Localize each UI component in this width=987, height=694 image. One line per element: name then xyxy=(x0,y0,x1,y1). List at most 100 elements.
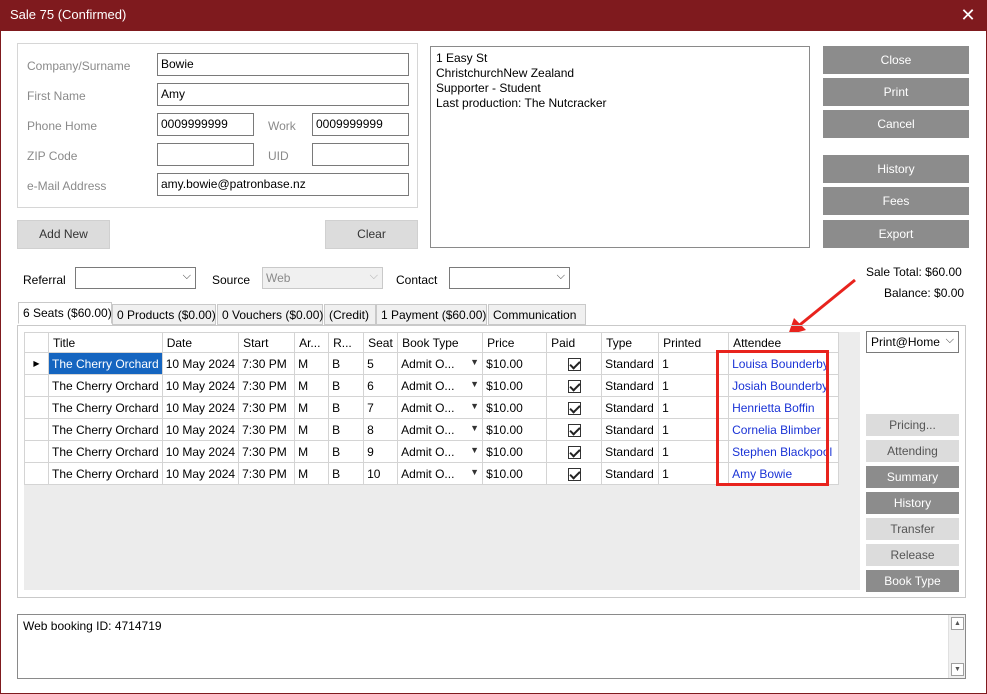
area-cell[interactable]: M xyxy=(294,462,330,485)
title-cell[interactable]: The Cherry Orchard xyxy=(48,396,163,419)
type-cell[interactable]: Standard xyxy=(601,462,660,485)
date-cell[interactable]: 10 May 2024 xyxy=(161,418,240,441)
release-button[interactable]: Release xyxy=(866,544,959,566)
area-cell[interactable]: M xyxy=(294,396,330,419)
column-header-type[interactable]: Type xyxy=(601,332,660,353)
price-cell[interactable]: $10.00 xyxy=(482,440,548,463)
date-cell[interactable]: 10 May 2024 xyxy=(161,352,240,375)
tab-products[interactable]: 0 Products ($0.00) xyxy=(112,304,216,325)
work-phone-field[interactable]: 0009999999 xyxy=(312,113,409,136)
row-cell[interactable]: B xyxy=(328,462,365,485)
row-cell[interactable]: B xyxy=(328,440,365,463)
start-cell[interactable]: 7:30 PM xyxy=(238,462,296,485)
close-icon[interactable]: ✕ xyxy=(957,4,979,26)
date-cell[interactable]: 10 May 2024 xyxy=(161,374,240,397)
close-button[interactable]: Close xyxy=(823,46,969,74)
type-cell[interactable]: Standard xyxy=(601,396,660,419)
price-cell[interactable]: $10.00 xyxy=(482,418,548,441)
start-cell[interactable]: 7:30 PM xyxy=(238,374,296,397)
scroll-up-icon[interactable]: ▲ xyxy=(951,617,964,630)
tab-communication[interactable]: Communication xyxy=(488,304,586,325)
print-button[interactable]: Print xyxy=(823,78,969,106)
book-type-cell[interactable]: Admit O... ▼ xyxy=(397,374,484,397)
book-type-cell[interactable]: Admit O... ▼ xyxy=(397,440,484,463)
column-header-date[interactable]: Date xyxy=(161,332,240,353)
title-cell[interactable]: The Cherry Orchard xyxy=(48,462,163,485)
date-cell[interactable]: 10 May 2024 xyxy=(161,440,240,463)
column-header-row[interactable]: R... xyxy=(328,332,365,353)
row-cell[interactable]: B xyxy=(328,396,365,419)
seat-cell[interactable]: 7 xyxy=(363,396,399,419)
referral-dropdown[interactable]: ⌵ xyxy=(75,267,196,289)
book-type-cell[interactable]: Admit O... ▼ xyxy=(397,352,484,375)
dropdown-arrow-icon[interactable]: ▼ xyxy=(470,357,479,367)
tab-payment[interactable]: 1 Payment ($60.00) xyxy=(376,304,487,325)
tab-seats[interactable]: 6 Seats ($60.00) xyxy=(18,302,112,324)
start-cell[interactable]: 7:30 PM xyxy=(238,396,296,419)
book-type-cell[interactable]: Admit O... ▼ xyxy=(397,462,484,485)
paid-checkbox[interactable] xyxy=(567,423,581,437)
dropdown-arrow-icon[interactable]: ▼ xyxy=(470,467,479,477)
paid-checkbox[interactable] xyxy=(567,401,581,415)
clear-button[interactable]: Clear xyxy=(325,220,418,249)
fees-button[interactable]: Fees xyxy=(823,187,969,215)
start-cell[interactable]: 7:30 PM xyxy=(238,418,296,441)
paid-checkbox[interactable] xyxy=(567,445,581,459)
area-cell[interactable]: M xyxy=(294,374,330,397)
notes-memo[interactable]: Web booking ID: 4714719 ▲ ▼ xyxy=(17,614,966,679)
start-cell[interactable]: 7:30 PM xyxy=(238,352,296,375)
date-cell[interactable]: 10 May 2024 xyxy=(161,462,240,485)
seat-cell[interactable]: 9 xyxy=(363,440,399,463)
contact-dropdown[interactable]: ⌵ xyxy=(449,267,570,289)
transfer-button[interactable]: Transfer xyxy=(866,518,959,540)
book-type-cell[interactable]: Admit O... ▼ xyxy=(397,418,484,441)
date-cell[interactable]: 10 May 2024 xyxy=(161,396,240,419)
summary-button[interactable]: Summary xyxy=(866,466,959,488)
phone-home-field[interactable]: 0009999999 xyxy=(157,113,254,136)
email-field[interactable]: amy.bowie@patronbase.nz xyxy=(157,173,409,196)
title-cell[interactable]: The Cherry Orchard xyxy=(48,418,163,441)
paid-cell[interactable] xyxy=(546,418,603,441)
start-cell[interactable]: 7:30 PM xyxy=(238,440,296,463)
tab-credit[interactable]: (Credit) xyxy=(324,304,376,325)
price-cell[interactable]: $10.00 xyxy=(482,396,548,419)
column-header-paid[interactable]: Paid xyxy=(546,332,603,353)
dropdown-arrow-icon[interactable]: ▼ xyxy=(470,445,479,455)
dropdown-arrow-icon[interactable]: ▼ xyxy=(470,401,479,411)
source-dropdown[interactable]: Web ⌵ xyxy=(262,267,383,289)
type-cell[interactable]: Standard xyxy=(601,418,660,441)
paid-cell[interactable] xyxy=(546,352,603,375)
tab-vouchers[interactable]: 0 Vouchers ($0.00) xyxy=(217,304,323,325)
area-cell[interactable]: M xyxy=(294,352,330,375)
title-cell[interactable]: The Cherry Orchard xyxy=(48,352,163,375)
book-type-cell[interactable]: Admit O... ▼ xyxy=(397,396,484,419)
row-cell[interactable]: B xyxy=(328,352,365,375)
uid-field[interactable] xyxy=(312,143,409,166)
first-name-field[interactable]: Amy xyxy=(157,83,409,106)
price-cell[interactable]: $10.00 xyxy=(482,462,548,485)
paid-cell[interactable] xyxy=(546,374,603,397)
dropdown-arrow-icon[interactable]: ▼ xyxy=(470,379,479,389)
type-cell[interactable]: Standard xyxy=(601,440,660,463)
cancel-button[interactable]: Cancel xyxy=(823,110,969,138)
book-type-button[interactable]: Book Type xyxy=(866,570,959,592)
seat-cell[interactable]: 8 xyxy=(363,418,399,441)
seat-cell[interactable]: 10 xyxy=(363,462,399,485)
zip-field[interactable] xyxy=(157,143,254,166)
history-button[interactable]: History xyxy=(823,155,969,183)
column-header-seat[interactable]: Seat xyxy=(363,332,399,353)
row-cell[interactable]: B xyxy=(328,374,365,397)
paid-cell[interactable] xyxy=(546,440,603,463)
column-header-start[interactable]: Start xyxy=(238,332,296,353)
price-cell[interactable]: $10.00 xyxy=(482,352,548,375)
column-header-title[interactable]: Title xyxy=(48,332,163,353)
print-option-dropdown[interactable]: Print@Home ⌵ xyxy=(866,331,959,353)
seat-cell[interactable]: 5 xyxy=(363,352,399,375)
paid-cell[interactable] xyxy=(546,462,603,485)
add-new-button[interactable]: Add New xyxy=(17,220,110,249)
notes-scrollbar[interactable]: ▲ ▼ xyxy=(948,615,965,678)
price-cell[interactable]: $10.00 xyxy=(482,374,548,397)
dropdown-arrow-icon[interactable]: ▼ xyxy=(470,423,479,433)
title-cell[interactable]: The Cherry Orchard xyxy=(48,440,163,463)
company-field[interactable]: Bowie xyxy=(157,53,409,76)
